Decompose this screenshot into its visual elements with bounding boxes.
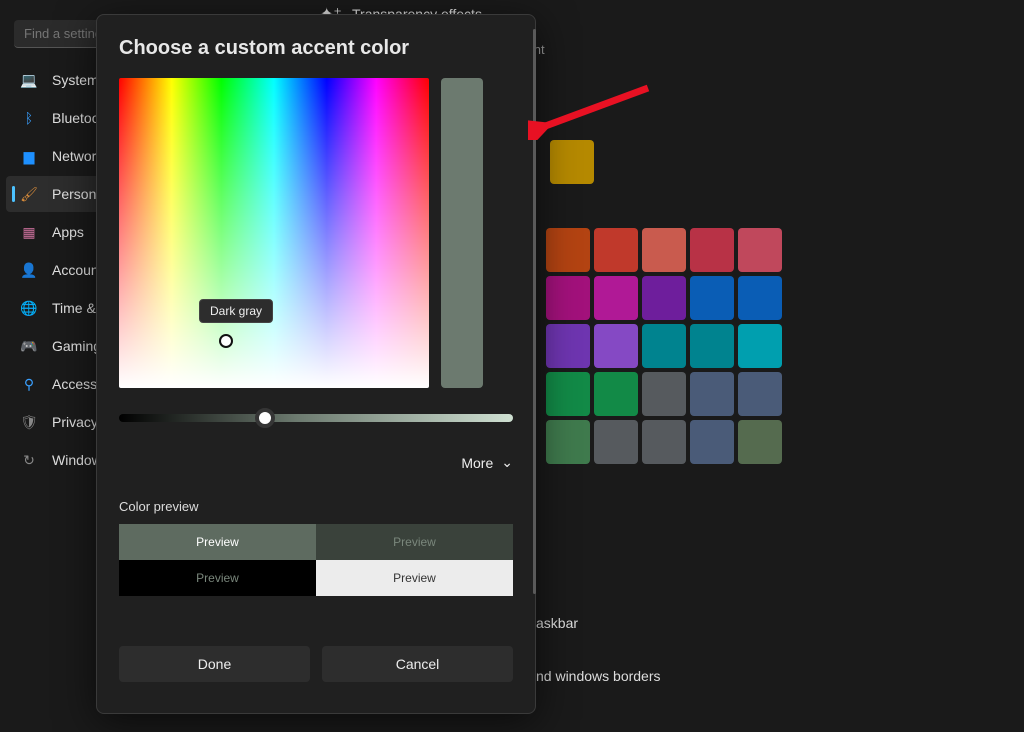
- current-color-preview: [441, 78, 483, 388]
- accent-swatch-grid: [546, 228, 782, 464]
- accent-swatch[interactable]: [594, 324, 638, 368]
- preview-tile-accent-light: Preview: [119, 524, 316, 560]
- accent-swatch[interactable]: [690, 420, 734, 464]
- preview-tile-accent-dark: Preview: [316, 524, 513, 560]
- accessibility-icon: ⚲: [20, 375, 38, 393]
- time-icon: 🌐: [20, 299, 38, 317]
- taskbar-option-text: askbar: [536, 615, 578, 631]
- accent-swatch[interactable]: [594, 372, 638, 416]
- apps-icon: ▦: [20, 223, 38, 241]
- borders-option-text: nd windows borders: [536, 668, 661, 684]
- gaming-icon: 🎮: [20, 337, 38, 355]
- preview-tile-black: Preview: [119, 560, 316, 596]
- nav-label: System: [52, 72, 99, 88]
- nav-label: Gaming: [52, 338, 101, 354]
- preview-tile-white: Preview: [316, 560, 513, 596]
- accent-swatch[interactable]: [642, 420, 686, 464]
- cancel-button[interactable]: Cancel: [322, 646, 513, 682]
- accent-swatch[interactable]: [594, 420, 638, 464]
- accent-swatch[interactable]: [690, 276, 734, 320]
- nav-label: Apps: [52, 224, 84, 240]
- system-icon: 💻: [20, 71, 38, 89]
- accent-swatch[interactable]: [738, 324, 782, 368]
- windows-icon: ↻: [20, 451, 38, 469]
- accent-swatch[interactable]: [594, 228, 638, 272]
- accent-swatch[interactable]: [738, 228, 782, 272]
- accent-swatch[interactable]: [546, 276, 590, 320]
- chevron-down-icon: ⌄: [501, 454, 513, 471]
- dialog-title: Choose a custom accent color: [119, 37, 513, 60]
- accent-swatch[interactable]: [546, 228, 590, 272]
- value-slider[interactable]: [119, 414, 513, 422]
- preview-section-label: Color preview: [119, 499, 513, 514]
- value-slider-thumb[interactable]: [255, 408, 275, 428]
- color-tooltip: Dark gray: [199, 299, 273, 323]
- spectrum-cursor[interactable]: [219, 334, 233, 348]
- privacy-icon: 🛡: [20, 413, 38, 431]
- accent-swatch[interactable]: [738, 276, 782, 320]
- accent-swatch[interactable]: [690, 372, 734, 416]
- preview-grid: Preview Preview Preview Preview: [119, 524, 513, 596]
- more-toggle[interactable]: More ⌄: [119, 454, 513, 471]
- accent-swatch[interactable]: [546, 420, 590, 464]
- personalization-icon: 🖌: [20, 185, 38, 203]
- accent-swatch[interactable]: [594, 276, 638, 320]
- color-picker-dialog: Choose a custom accent color Dark gray M…: [96, 14, 536, 714]
- accent-swatch[interactable]: [642, 324, 686, 368]
- accent-swatch[interactable]: [738, 420, 782, 464]
- accent-swatch[interactable]: [690, 228, 734, 272]
- accent-swatch[interactable]: [642, 228, 686, 272]
- nav-label: Privacy: [52, 414, 98, 430]
- done-button[interactable]: Done: [119, 646, 310, 682]
- accent-swatch[interactable]: [738, 372, 782, 416]
- accounts-icon: 👤: [20, 261, 38, 279]
- accent-swatch[interactable]: [546, 372, 590, 416]
- accent-swatch[interactable]: [642, 372, 686, 416]
- more-label: More: [461, 455, 493, 471]
- accent-swatch[interactable]: [546, 324, 590, 368]
- swatch-recent-yellow[interactable]: [550, 140, 594, 184]
- accent-swatch[interactable]: [690, 324, 734, 368]
- accent-swatch[interactable]: [642, 276, 686, 320]
- bluetooth-icon: ᛒ: [20, 109, 38, 127]
- color-spectrum[interactable]: Dark gray: [119, 78, 429, 388]
- network-icon: ▆: [20, 147, 38, 165]
